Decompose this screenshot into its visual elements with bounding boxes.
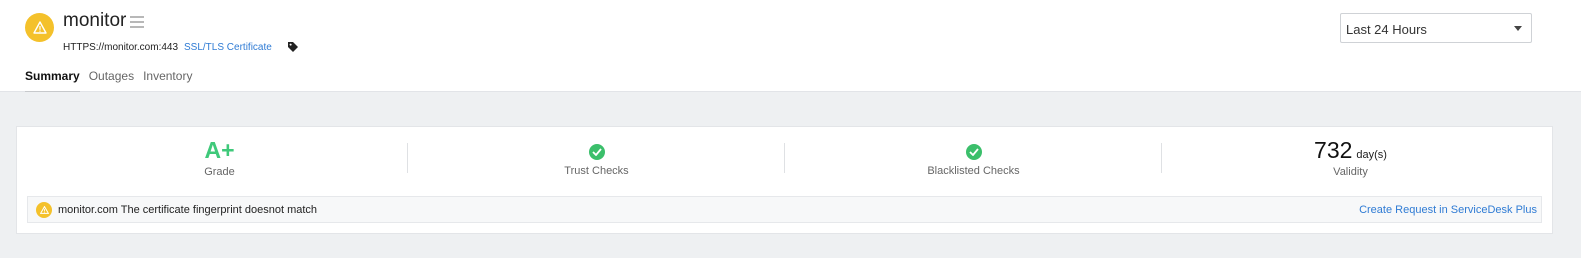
certificate-summary-card: A+ Grade Trust Checks Blacklisted Checks… [16,126,1553,234]
alert-bar: monitor.com The certificate fingerprint … [27,196,1542,223]
time-period-dropdown[interactable]: Last 24 Hours [1340,13,1532,43]
monitor-url: HTTPS://monitor.com:443 [63,42,179,53]
warning-icon [36,202,52,218]
trust-checks-label: Trust Checks [564,165,629,177]
alert-message: monitor.com The certificate fingerprint … [58,204,318,216]
check-circle-icon [965,144,982,160]
validity-value: 732 [1314,137,1353,163]
grade-value: A+ [204,137,235,163]
warning-status-icon [25,13,54,42]
hamburger-menu-icon[interactable] [130,16,144,28]
blacklisted-checks-stat: Blacklisted Checks [785,137,1162,187]
chevron-down-icon [1514,26,1522,31]
blacklisted-checks-label: Blacklisted Checks [927,165,1020,177]
validity-unit: day(s) [1356,149,1387,161]
check-circle-icon [588,144,605,160]
trust-checks-stat: Trust Checks [408,137,785,187]
monitor-title: monitor [63,10,127,31]
monitor-type-link[interactable]: SSL/TLS Certificate [184,42,272,53]
tag-icon[interactable] [287,40,299,58]
validity-stat: 732 day(s) Validity [1162,137,1539,187]
create-request-link[interactable]: Create Request in ServiceDesk Plus [1359,204,1537,216]
tab-bar: Summary Outages Inventory [25,69,201,94]
monitor-header: monitor HTTPS://monitor.com:443 SSL/TLS … [0,0,1581,94]
grade-label: Grade [204,166,235,178]
summary-content: A+ Grade Trust Checks Blacklisted Checks… [0,92,1581,258]
time-period-value: Last 24 Hours [1346,22,1427,37]
validity-label: Validity [1333,166,1368,178]
grade-stat: A+ Grade [31,137,408,187]
tab-inventory[interactable]: Inventory [143,69,192,94]
tab-outages[interactable]: Outages [89,69,134,94]
tab-summary[interactable]: Summary [25,69,80,94]
